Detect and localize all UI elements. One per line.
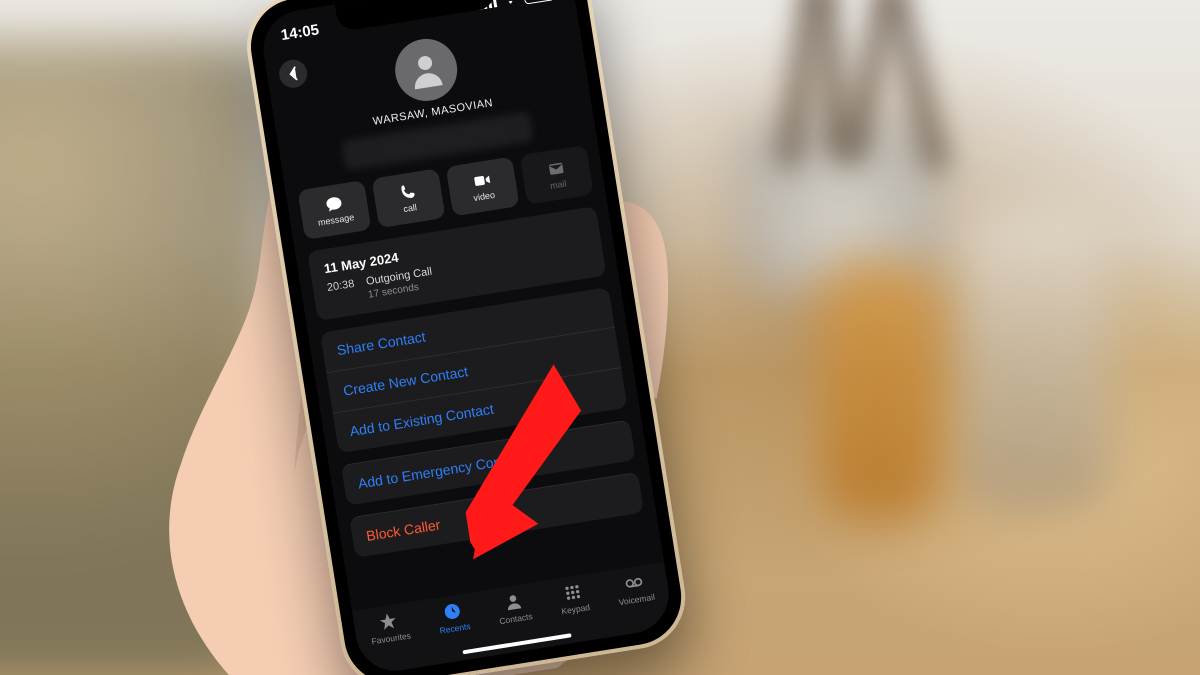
bg-bottle-2 xyxy=(820,260,940,520)
avatar xyxy=(391,34,462,105)
voicemail-icon xyxy=(622,571,647,594)
phone-icon xyxy=(396,182,419,203)
bg-bottle xyxy=(960,210,1110,510)
tab-voicemail[interactable]: Voicemail xyxy=(615,570,656,607)
chevron-left-icon xyxy=(287,66,299,81)
hand-and-phone: 14:05 38 xyxy=(33,0,775,675)
tab-favourites[interactable]: Favourites xyxy=(367,609,411,647)
photo-scene: 14:05 38 xyxy=(0,0,1200,675)
person-icon xyxy=(402,46,450,94)
video-icon xyxy=(470,170,493,191)
status-time: 14:05 xyxy=(280,21,321,44)
tab-recents[interactable]: Recents xyxy=(435,599,471,635)
content-area: WARSAW, MASOVIAN message call xyxy=(265,11,665,617)
message-button[interactable]: message xyxy=(297,180,371,240)
message-icon xyxy=(322,194,345,215)
mail-icon xyxy=(544,158,567,179)
battery-icon: 38 xyxy=(523,0,555,5)
tab-contacts[interactable]: Contacts xyxy=(495,589,533,626)
star-icon xyxy=(376,610,401,633)
video-button[interactable]: video xyxy=(446,157,520,217)
tab-keypad[interactable]: Keypad xyxy=(557,580,590,616)
call-button[interactable]: call xyxy=(372,168,446,228)
clock-icon xyxy=(440,600,465,623)
mail-button: mail xyxy=(520,145,594,205)
call-time: 20:38 xyxy=(326,278,357,307)
wifi-icon xyxy=(501,0,519,6)
keypad-icon xyxy=(561,581,586,604)
person-icon xyxy=(501,590,526,613)
